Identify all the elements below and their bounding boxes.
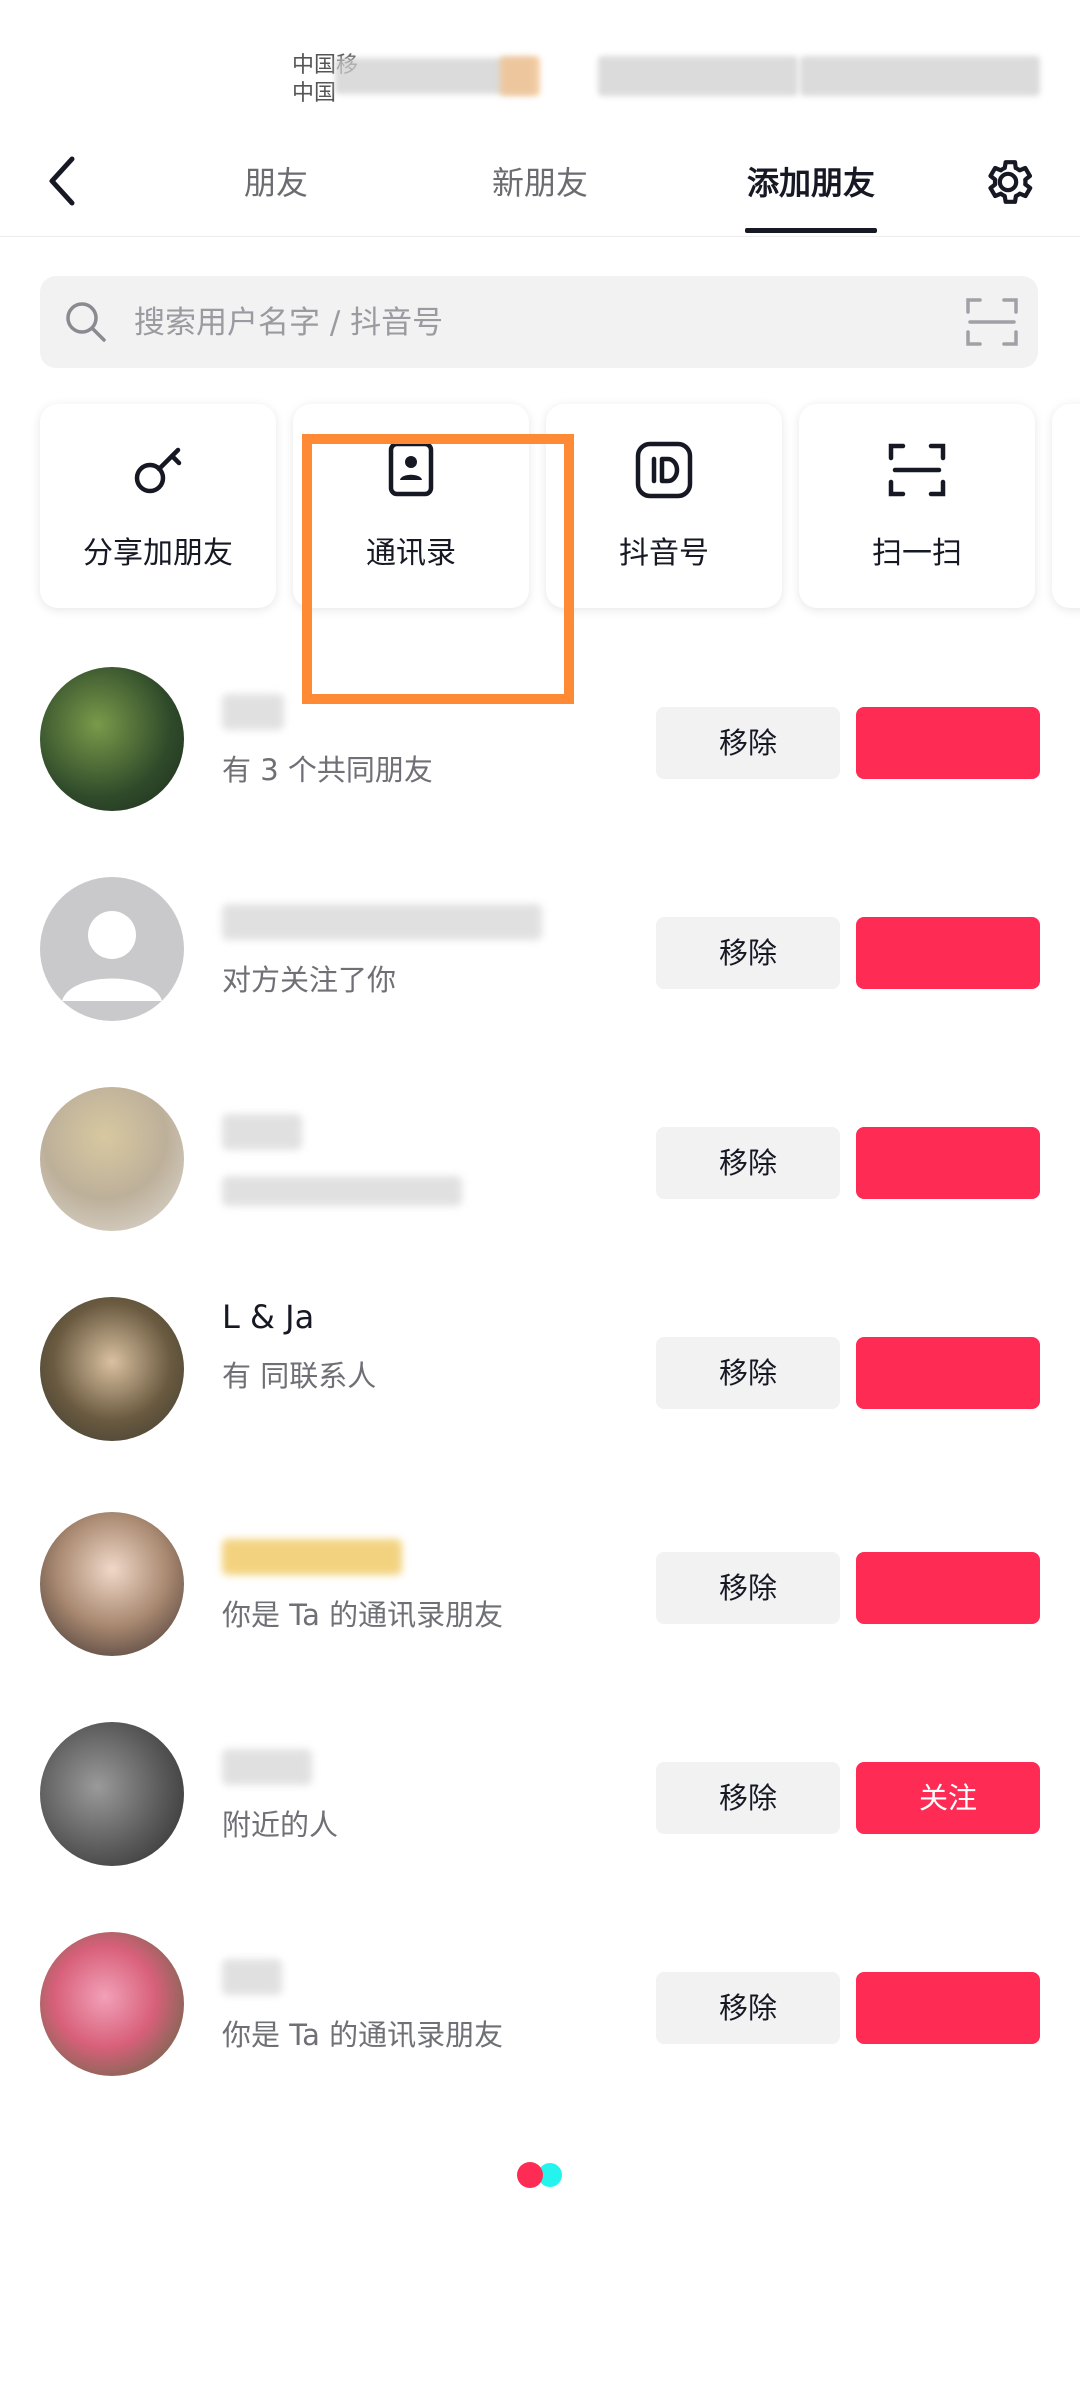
gear-icon <box>988 160 1033 204</box>
avatar[interactable] <box>40 1297 184 1441</box>
user-name <box>222 1959 282 1995</box>
remove-button[interactable]: 移除 <box>656 1337 840 1409</box>
user-subtitle: 你是 Ta 的通讯录朋友 <box>222 2018 504 2052</box>
tab-new-friends[interactable]: 新朋友 <box>480 154 600 212</box>
douyin-id-card[interactable]: 抖音号 <box>546 404 782 608</box>
user-name: L & Ja <box>222 1298 315 1336</box>
tab-add-friends[interactable]: 添加朋友 <box>735 154 887 212</box>
list-item[interactable]: 移除 <box>0 1060 1080 1260</box>
scan-icon[interactable] <box>964 294 1020 350</box>
tab-friends[interactable]: 朋友 <box>216 154 336 212</box>
user-subtitle: 有 3 个共同朋友 <box>222 753 433 787</box>
loading-indicator <box>517 2162 562 2188</box>
user-name <box>222 904 542 940</box>
follow-button[interactable] <box>856 1972 1040 2044</box>
default-avatar-icon <box>62 911 162 1001</box>
list-item[interactable]: 附近的人 移除 关注 <box>0 1695 1080 1895</box>
follow-button[interactable] <box>856 1127 1040 1199</box>
avatar[interactable] <box>40 1932 184 2076</box>
avatar[interactable] <box>40 1087 184 1231</box>
avatar[interactable] <box>40 1512 184 1656</box>
list-item[interactable]: 你是 Ta 的通讯录朋友 移除 <box>0 1485 1080 1685</box>
status-blur <box>500 56 540 96</box>
user-name <box>222 1114 302 1150</box>
list-item[interactable]: 有 3 个共同朋友 移除 <box>0 640 1080 840</box>
scan-qr-icon <box>888 443 946 497</box>
scan-card[interactable]: 扫一扫 <box>799 404 1035 608</box>
follow-button[interactable] <box>856 707 1040 779</box>
id-badge-icon <box>635 441 693 499</box>
follow-button[interactable] <box>856 1552 1040 1624</box>
share-add-friends-card[interactable]: 分享加朋友 <box>40 404 276 608</box>
card-label: 扫一扫 <box>872 536 962 571</box>
key-icon <box>134 447 182 494</box>
search-input[interactable] <box>132 276 956 370</box>
status-bar: 中国移 中国 <box>0 0 1080 130</box>
top-nav-bar: 朋友 新朋友 添加朋友 <box>0 130 1080 237</box>
user-subtitle-blur <box>222 1176 462 1206</box>
card-label: 抖音号 <box>619 536 709 571</box>
user-name <box>222 694 284 730</box>
remove-button[interactable]: 移除 <box>656 1552 840 1624</box>
remove-button[interactable]: 移除 <box>656 1972 840 2044</box>
follow-button[interactable] <box>856 1337 1040 1409</box>
list-item[interactable]: 对方关注了你 移除 <box>0 850 1080 1050</box>
search-icon <box>66 302 106 342</box>
status-blur <box>800 56 1040 96</box>
user-subtitle: 附近的人 <box>222 1808 339 1842</box>
avatar[interactable] <box>40 1722 184 1866</box>
back-button[interactable] <box>34 150 90 212</box>
more-card-partial[interactable] <box>1052 404 1080 608</box>
remove-button[interactable]: 移除 <box>656 707 840 779</box>
user-name <box>222 1539 402 1575</box>
list-item[interactable]: 你是 Ta 的通讯录朋友 移除 <box>0 1905 1080 2105</box>
search-bar[interactable] <box>40 276 1038 370</box>
user-name <box>222 1749 312 1785</box>
avatar[interactable] <box>40 667 184 811</box>
active-tab-indicator <box>745 228 877 233</box>
user-subtitle: 有 同联系人 <box>222 1359 377 1393</box>
remove-button[interactable]: 移除 <box>656 917 840 989</box>
remove-button[interactable]: 移除 <box>656 1127 840 1199</box>
user-subtitle: 对方关注了你 <box>222 963 397 997</box>
settings-button[interactable] <box>978 152 1038 212</box>
chevron-left-icon <box>49 156 75 206</box>
follow-label: 关注 <box>918 1781 977 1815</box>
avatar[interactable] <box>40 877 184 1021</box>
follow-button[interactable] <box>856 917 1040 989</box>
follow-button[interactable]: 关注 <box>856 1762 1040 1834</box>
user-subtitle: 你是 Ta 的通讯录朋友 <box>222 1598 504 1632</box>
list-item[interactable]: L & Ja 有 同联系人 移除 <box>0 1270 1080 1470</box>
remove-button[interactable]: 移除 <box>656 1762 840 1834</box>
status-blur <box>598 56 798 96</box>
card-label: 分享加朋友 <box>83 536 233 571</box>
